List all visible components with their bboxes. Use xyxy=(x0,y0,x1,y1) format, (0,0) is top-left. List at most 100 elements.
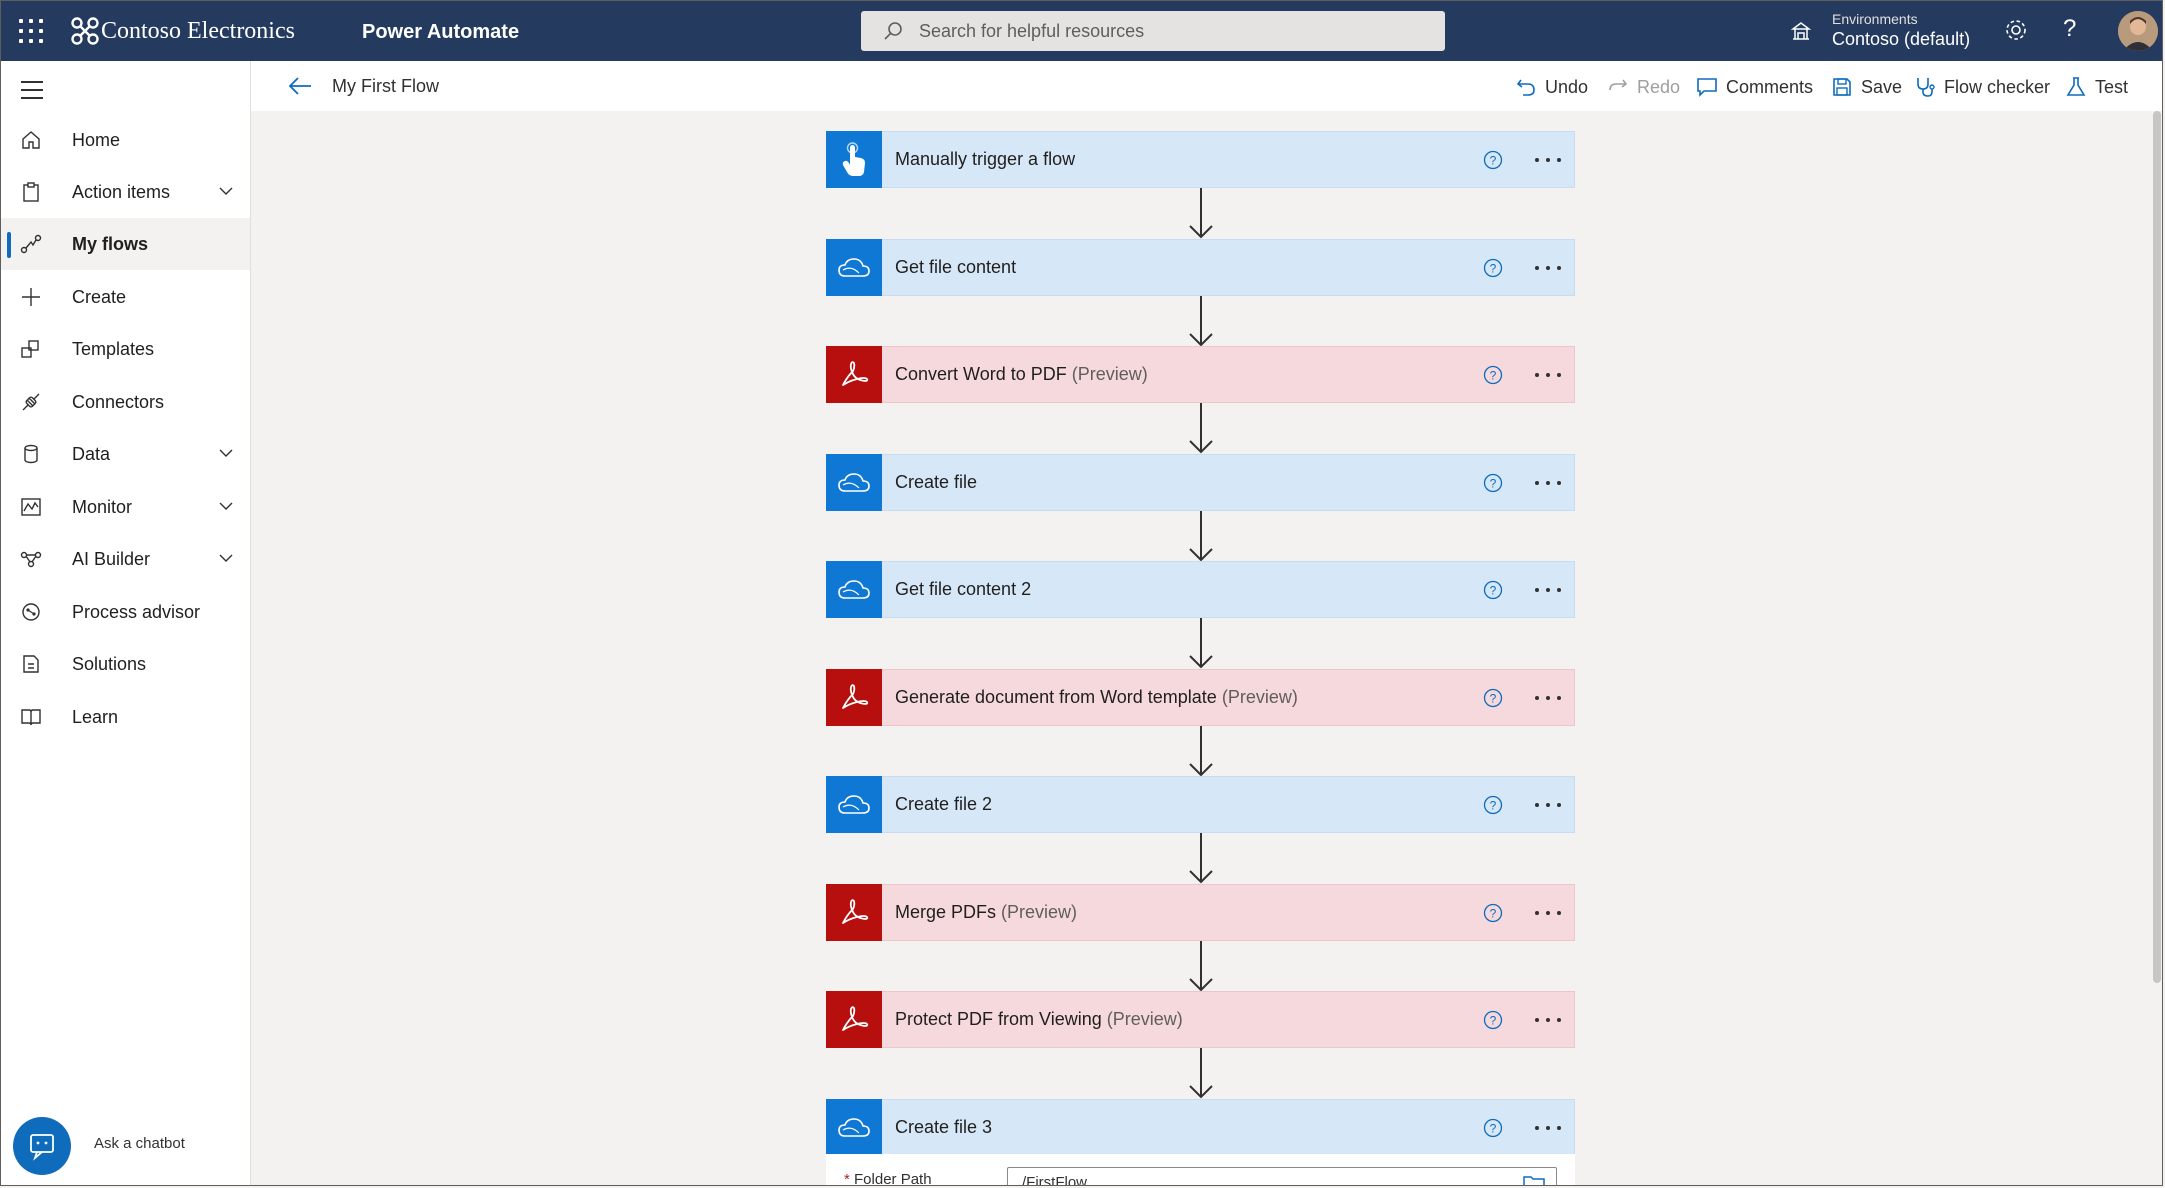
flow-step-title[interactable]: Create file xyxy=(895,472,977,493)
flow-step-title[interactable]: Generate document from Word template (Pr… xyxy=(895,687,1298,708)
touch-trigger-icon xyxy=(842,141,865,176)
flow-step-card[interactable]: Manually trigger a flow? xyxy=(826,131,1575,188)
step-name: Create file xyxy=(895,472,978,492)
chevron-down-icon[interactable] xyxy=(217,182,235,200)
help-circle-icon[interactable]: ? xyxy=(1483,580,1503,600)
flow-step-card[interactable]: Create file? xyxy=(826,454,1575,511)
help-circle-icon[interactable]: ? xyxy=(1483,150,1503,170)
chatbot-label[interactable]: Ask a chatbot xyxy=(94,1135,185,1152)
search-box[interactable] xyxy=(861,11,1445,51)
brand-name[interactable]: Contoso Electronics xyxy=(101,15,295,47)
redo-button[interactable]: Redo xyxy=(1607,73,1680,101)
folder-picker-icon[interactable] xyxy=(1523,1174,1545,1186)
chevron-down-icon[interactable] xyxy=(217,497,235,515)
search-input[interactable] xyxy=(917,19,1401,43)
flow-step-title[interactable]: Get file content xyxy=(895,257,1016,278)
environment-icon[interactable] xyxy=(1789,19,1813,43)
flow-step-title[interactable]: Merge PDFs (Preview) xyxy=(895,902,1077,923)
flow-step-card[interactable]: Get file content? xyxy=(826,239,1575,296)
help-circle-icon[interactable]: ? xyxy=(1483,688,1503,708)
app-name[interactable]: Power Automate xyxy=(362,19,519,45)
help-circle-icon[interactable]: ? xyxy=(1483,1010,1503,1030)
help-circle-icon[interactable]: ? xyxy=(1483,1118,1503,1138)
help-icon[interactable]: ? xyxy=(2063,15,2076,43)
more-options-icon[interactable] xyxy=(1533,373,1563,379)
nav-my-flows[interactable]: My flows xyxy=(1,218,250,270)
flow-step-title[interactable]: Protect PDF from Viewing (Preview) xyxy=(895,1009,1183,1030)
hamburger-menu-icon[interactable] xyxy=(21,81,43,101)
nav-data[interactable]: Data xyxy=(1,428,250,480)
nav-learn[interactable]: Learn xyxy=(1,691,250,743)
nav-action-items[interactable]: Action items xyxy=(1,166,250,218)
flow-step-card[interactable]: Create file 3? xyxy=(826,1099,1575,1156)
folder-path-input[interactable]: /FirstFlow xyxy=(1007,1167,1557,1185)
flow-name: My First Flow xyxy=(332,76,439,96)
vertical-scrollbar[interactable] xyxy=(2153,111,2161,983)
help-circle-icon[interactable]: ? xyxy=(1483,795,1503,815)
help-circle-icon[interactable]: ? xyxy=(1483,473,1503,493)
nav-label: Process advisor xyxy=(72,601,201,622)
svg-text:?: ? xyxy=(1490,477,1497,491)
settings-gear-icon[interactable] xyxy=(2003,17,2029,43)
more-options-icon[interactable] xyxy=(1533,1018,1563,1024)
environment-selector[interactable]: Contoso (default) xyxy=(1832,29,1970,50)
nav-solutions[interactable]: Solutions xyxy=(1,638,250,690)
comments-button[interactable]: Comments xyxy=(1696,73,1813,101)
nav-label: Solutions xyxy=(72,653,147,674)
nav-ai-builder[interactable]: AI Builder xyxy=(1,533,250,585)
flow-step-card[interactable]: Convert Word to PDF (Preview)? xyxy=(826,346,1575,403)
back-arrow-icon[interactable] xyxy=(287,75,313,97)
flow-icon xyxy=(20,234,42,254)
flow-step-card[interactable]: Protect PDF from Viewing (Preview)? xyxy=(826,991,1575,1048)
flow-connector-arrow xyxy=(1189,941,1213,992)
flow-step-card[interactable]: Get file content 2? xyxy=(826,561,1575,618)
more-options-icon[interactable] xyxy=(1533,588,1563,594)
save-button[interactable]: Save xyxy=(1831,73,1902,101)
more-options-icon[interactable] xyxy=(1533,911,1563,917)
help-circle-icon[interactable]: ? xyxy=(1483,258,1503,278)
test-button[interactable]: Test xyxy=(2065,73,2128,101)
undo-label: Undo xyxy=(1545,76,1589,97)
flow-step-title[interactable]: Create file 3 xyxy=(895,1117,992,1138)
step-name: Create file 2 xyxy=(895,794,993,814)
app-launcher-icon[interactable] xyxy=(17,17,45,45)
help-circle-icon[interactable]: ? xyxy=(1483,903,1503,923)
user-avatar[interactable] xyxy=(2118,11,2158,51)
chevron-down-icon[interactable] xyxy=(217,549,235,567)
more-options-icon[interactable] xyxy=(1533,266,1563,272)
more-options-icon[interactable] xyxy=(1533,158,1563,164)
chatbot-icon xyxy=(30,1134,54,1161)
flow-step-card[interactable]: Merge PDFs (Preview)? xyxy=(826,884,1575,941)
flow-step-card[interactable]: Generate document from Word template (Pr… xyxy=(826,669,1575,726)
adobe-connector-badge xyxy=(826,346,882,403)
flow-step-title[interactable]: Convert Word to PDF (Preview) xyxy=(895,364,1148,385)
flow-step-title[interactable]: Manually trigger a flow xyxy=(895,149,1075,170)
nav-label: My flows xyxy=(72,233,149,254)
folder-path-label: * Folder Path xyxy=(844,1171,932,1185)
nav-process-advisor[interactable]: Process advisor xyxy=(1,586,250,638)
help-circle-icon[interactable]: ? xyxy=(1483,365,1503,385)
svg-text:?: ? xyxy=(1490,1122,1497,1136)
step-name: Get file content xyxy=(895,257,1017,277)
more-options-icon[interactable] xyxy=(1533,1126,1563,1132)
chevron-down-icon[interactable] xyxy=(217,444,235,462)
more-options-icon[interactable] xyxy=(1533,803,1563,809)
undo-button[interactable]: Undo xyxy=(1515,73,1588,101)
nav-home[interactable]: Home xyxy=(1,114,250,166)
step-name: Protect PDF from Viewing xyxy=(895,1009,1102,1029)
more-options-icon[interactable] xyxy=(1533,696,1563,702)
more-options-icon[interactable] xyxy=(1533,481,1563,487)
flow-step-title[interactable]: Create file 2 xyxy=(895,794,992,815)
nav-connectors[interactable]: Connectors xyxy=(1,376,250,428)
step-name: Get file content 2 xyxy=(895,579,1032,599)
nav-create[interactable]: Create xyxy=(1,271,250,323)
nav-templates[interactable]: Templates xyxy=(1,323,250,375)
svg-text:?: ? xyxy=(1490,692,1497,706)
chatbot-button[interactable] xyxy=(13,1117,71,1175)
flow-checker-button[interactable]: Flow checker xyxy=(1914,73,2050,101)
book-icon xyxy=(21,709,41,726)
flow-step-title[interactable]: Get file content 2 xyxy=(895,579,1031,600)
save-icon xyxy=(1833,78,1851,96)
nav-monitor[interactable]: Monitor xyxy=(1,481,250,533)
flow-step-card[interactable]: Create file 2? xyxy=(826,776,1575,833)
